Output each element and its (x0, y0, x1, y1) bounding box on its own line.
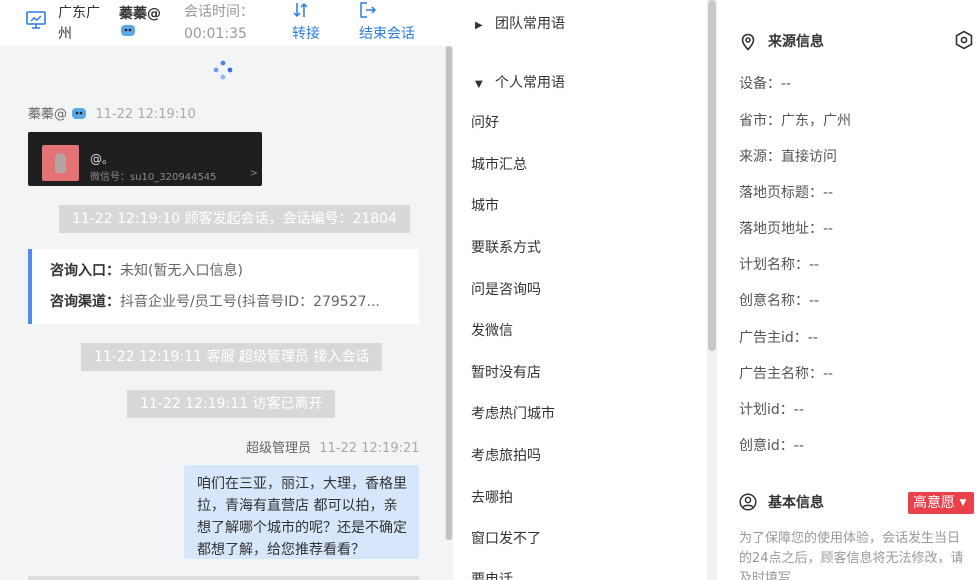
consult-entry-row: 咨询入口：未知(暂无入口信息) (50, 261, 243, 281)
source-field-origin: 来源：直接访问 (739, 149, 837, 165)
agent-message-time: 11-22 12:19:21 (319, 441, 420, 456)
quick-phrases-panel: ▶ 团队常用语 ▼ 个人常用语 问好 城市汇总 城市 要联系方式 问是咨询吗 发微信… (453, 0, 717, 580)
source-field-creative-id: 创意id：-- (739, 438, 804, 454)
phrase-item[interactable]: 发微信 (471, 321, 513, 341)
personal-phrases-group[interactable]: ▼ 个人常用语 (475, 73, 565, 95)
chat-panel: 广东广州 蓁蓁@ 会话时间： 00:01:35 转接 结束会话 蓁蓁@ 11-2… (0, 0, 453, 580)
source-field-creative-name: 创意名称：-- (739, 293, 820, 309)
user-circle-icon (739, 493, 757, 511)
visitor-message-name: 蓁蓁@ (28, 107, 68, 122)
team-phrases-group[interactable]: ▶ 团队常用语 (475, 14, 565, 36)
agent-message-meta: 超级管理员 11-22 12:19:21 (246, 440, 420, 458)
caret-down-icon: ▼ (959, 498, 967, 508)
visitor-avatar-icon (72, 108, 87, 119)
visitor-message-time: 11-22 12:19:10 (95, 107, 196, 122)
transfer-label: 转接 (292, 26, 320, 42)
transfer-button[interactable]: 转接 (292, 0, 328, 46)
phrase-item[interactable]: 暂时没有店 (471, 363, 541, 383)
source-field-region: 省市：广东，广州 (739, 113, 851, 129)
chat-workspace: 广东广州 蓁蓁@ 会话时间： 00:01:35 转接 结束会话 蓁蓁@ 11-2… (0, 0, 978, 580)
personal-phrases-label: 个人常用语 (495, 75, 565, 91)
session-time-label: 会话时间： (184, 4, 254, 20)
triangle-right-icon: ▶ (475, 20, 483, 31)
visitor-emoji-icon (121, 25, 135, 36)
contact-card-subtitle: 微信号：su10_320944545 (90, 172, 217, 183)
consult-channel-row: 咨询渠道：抖音企业号/员工号(抖音号ID：279527... (50, 292, 380, 312)
loading-spinner-icon (213, 60, 233, 80)
exit-icon (360, 2, 377, 18)
consult-channel-value: 抖音企业号/员工号(抖音号ID：279527... (120, 294, 380, 310)
contact-card-figure-icon (55, 153, 66, 173)
end-session-button[interactable]: 结束会话 (359, 0, 423, 46)
source-field-landing-title: 落地页标题：-- (739, 185, 834, 201)
phrase-item[interactable]: 城市汇总 (471, 155, 527, 175)
source-field-advertiser-name: 广告主名称：-- (739, 366, 834, 382)
source-field-plan-name: 计划名称：-- (739, 257, 820, 273)
agent-message-bubble: 咱们在三亚，丽江，大理，香格里拉，青海有直营店 都可以拍，亲想了解哪个城市的呢？… (184, 465, 419, 559)
triangle-down-icon: ▼ (475, 79, 483, 90)
phrase-item[interactable]: 问是咨询吗 (471, 280, 541, 300)
phrase-item[interactable]: 考虑热门城市 (471, 404, 555, 424)
consult-info-box: 咨询入口：未知(暂无入口信息) 咨询渠道：抖音企业号/员工号(抖音号ID：279… (28, 249, 419, 324)
chat-scrollbar[interactable] (445, 46, 453, 540)
phrase-item[interactable]: 窗口发不了 (471, 529, 541, 549)
phrase-item[interactable]: 问好 (471, 113, 499, 133)
visitor-location: 广东广州 (58, 5, 100, 42)
consult-entry-value: 未知(暂无入口信息) (120, 263, 243, 279)
basic-info-title: 基本信息 (768, 495, 824, 511)
settings-hex-icon[interactable] (954, 30, 974, 50)
monitor-icon (26, 11, 46, 29)
edit-deadline-notice: 为了保障您的使用体验，会话发生当日的24点之后，顾客信息将无法修改，请及时填写 (739, 531, 964, 580)
source-field-plan-id: 计划id：-- (739, 402, 804, 418)
intent-level-dropdown[interactable]: 高意愿 ▼ (908, 492, 974, 514)
wechat-contact-card[interactable]: @。 微信号：su10_320944545 > (28, 132, 262, 186)
consult-channel-label: 咨询渠道： (50, 294, 120, 310)
source-field-advertiser-id: 广告主id：-- (739, 330, 818, 346)
visitor-name: 蓁蓁@ (119, 6, 161, 22)
visitor-info-panel: 来源信息 设备：-- 省市：广东，广州 来源：直接访问 落地页标题：-- 落地页… (717, 0, 978, 580)
chevron-right-icon: > (249, 168, 258, 179)
phrase-item[interactable]: 城市 (471, 196, 499, 216)
message-edge (28, 576, 419, 580)
consult-entry-label: 咨询入口： (50, 263, 120, 279)
system-message-start: 11-22 12:19:10 顾客发起会话，会话编号：21804 (59, 205, 410, 233)
location-pin-icon (741, 33, 755, 51)
source-field-landing-url: 落地页地址：-- (739, 221, 834, 237)
team-phrases-label: 团队常用语 (495, 16, 565, 32)
system-message-leave: 11-22 12:19:11 访客已离开 (127, 390, 336, 418)
visitor-message-meta: 蓁蓁@ 11-22 12:19:10 (28, 106, 196, 124)
phrase-item[interactable]: 去哪拍 (471, 488, 513, 508)
transfer-icon (293, 2, 308, 18)
phrase-item[interactable]: 要电话 (471, 570, 513, 580)
phrases-scrollbar-thumb[interactable] (708, 0, 716, 351)
agent-message-name: 超级管理员 (246, 441, 312, 456)
source-info-title: 来源信息 (768, 34, 824, 50)
session-time-value: 00:01:35 (184, 26, 247, 42)
phrases-scrollbar[interactable] (707, 0, 717, 580)
chat-scrollbar-thumb[interactable] (446, 46, 452, 540)
phrase-item[interactable]: 要联系方式 (471, 238, 541, 258)
chat-header: 广东广州 蓁蓁@ 会话时间： 00:01:35 转接 结束会话 (0, 0, 453, 46)
source-field-device: 设备：-- (739, 76, 792, 92)
end-session-label: 结束会话 (359, 26, 415, 42)
system-message-join: 11-22 12:19:11 客服 超级管理员 接入会话 (81, 343, 383, 371)
phrase-item[interactable]: 考虑旅拍吗 (471, 446, 541, 466)
contact-card-avatar (42, 145, 79, 181)
contact-card-title: @。 (90, 152, 115, 166)
intent-level-label: 高意愿 (913, 495, 955, 511)
